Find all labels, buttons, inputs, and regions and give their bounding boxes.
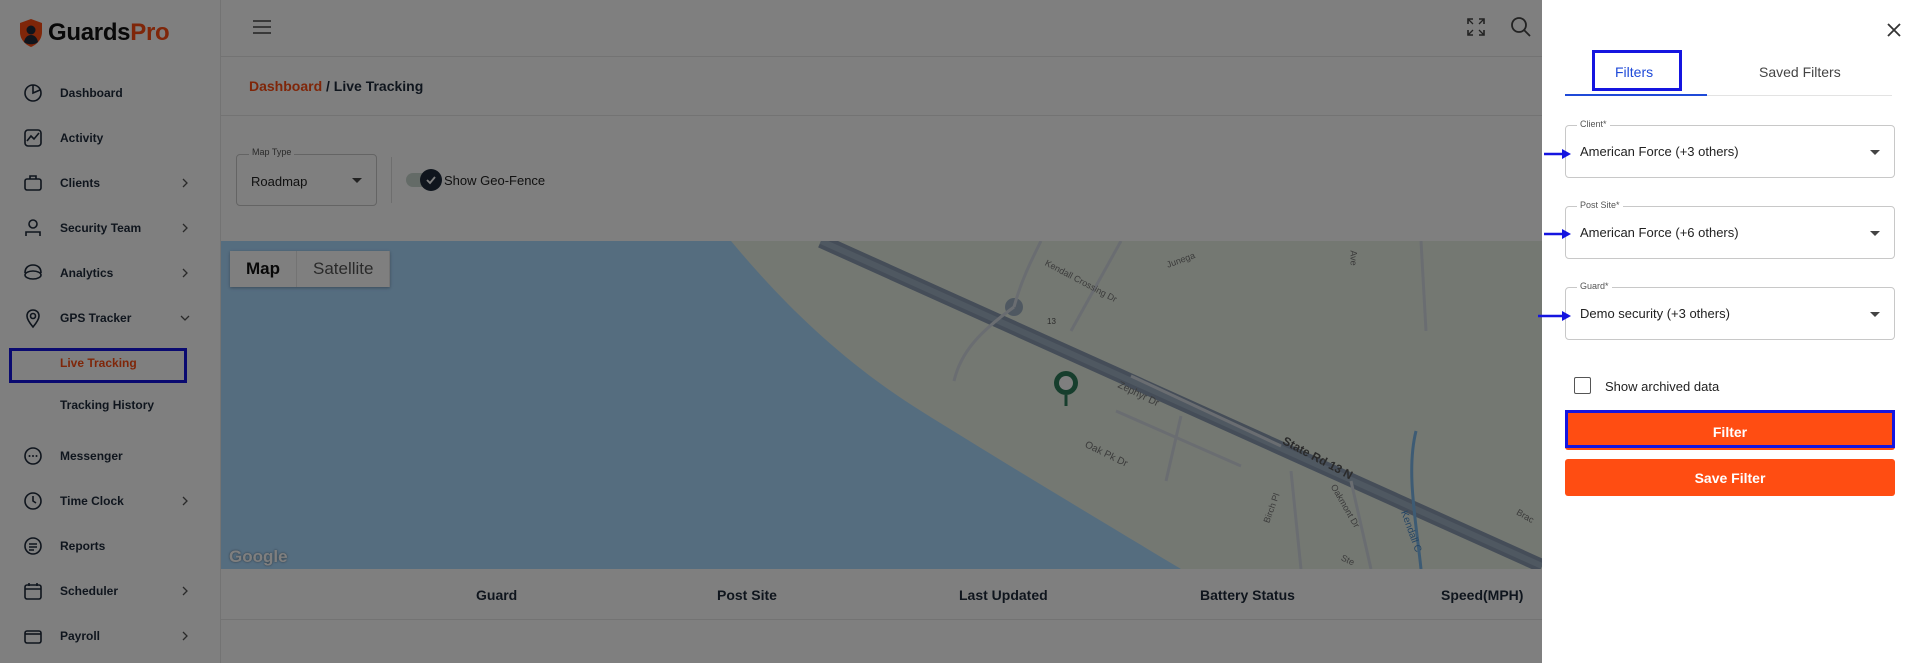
client-label: Client*: [1577, 119, 1610, 129]
annotation-highlight-box: [1592, 50, 1682, 91]
guard-value: Demo security (+3 others): [1580, 306, 1730, 321]
client-select[interactable]: Client* American Force (+3 others): [1565, 119, 1895, 178]
annotation-arrow-icon: [1544, 149, 1571, 159]
post-site-value: American Force (+6 others): [1580, 225, 1739, 240]
caret-down-icon: [1870, 231, 1880, 236]
post-site-select[interactable]: Post Site* American Force (+6 others): [1565, 200, 1895, 259]
guard-label: Guard*: [1577, 281, 1612, 291]
save-filter-button[interactable]: Save Filter: [1565, 459, 1895, 496]
annotation-arrow-icon: [1538, 311, 1571, 321]
active-tab-indicator: [1565, 94, 1707, 96]
tab-saved-filters[interactable]: Saved Filters: [1759, 64, 1841, 80]
caret-down-icon: [1870, 150, 1880, 155]
show-archived-label: Show archived data: [1605, 379, 1720, 394]
close-icon[interactable]: [1886, 22, 1902, 38]
guard-select[interactable]: Guard* Demo security (+3 others): [1565, 281, 1895, 340]
client-value: American Force (+3 others): [1580, 144, 1739, 159]
modal-backdrop[interactable]: [0, 0, 1542, 663]
show-archived-checkbox[interactable]: [1574, 377, 1591, 394]
annotation-highlight-box: [1565, 410, 1895, 448]
post-site-label: Post Site*: [1577, 200, 1623, 210]
annotation-arrow-icon: [1544, 229, 1571, 239]
caret-down-icon: [1870, 312, 1880, 317]
